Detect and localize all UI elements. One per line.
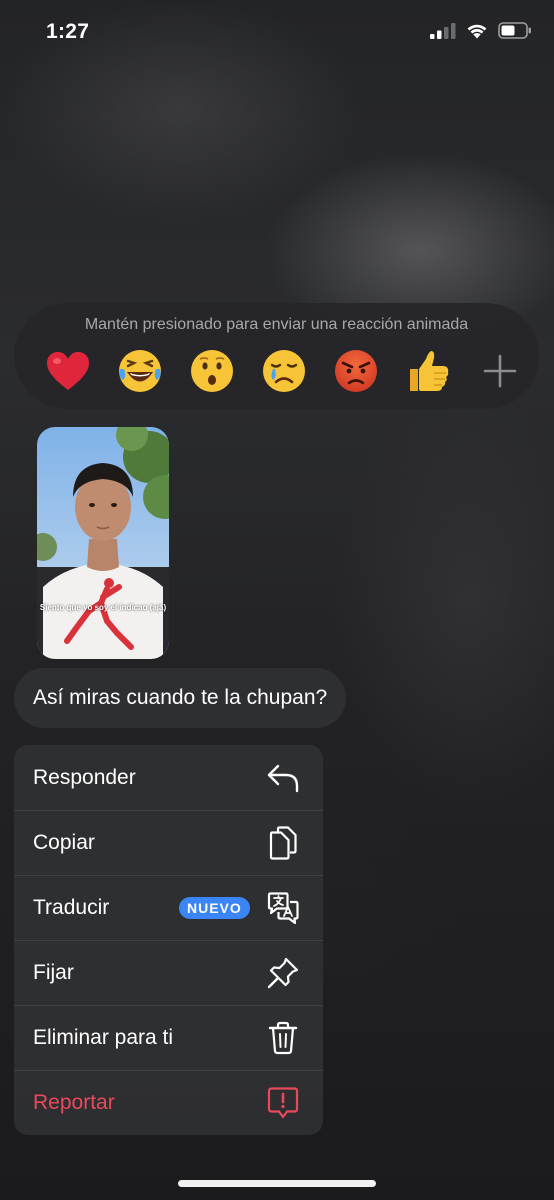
menu-item-label: Eliminar para ti [33,1026,174,1049]
crying-face-icon [263,350,305,392]
reaction-bar: Mantén presionado para enviar una reacci… [14,303,539,409]
menu-item-delete[interactable]: Eliminar para ti [14,1005,323,1070]
reaction-heart[interactable] [44,347,92,395]
status-icons [430,22,532,39]
trash-icon [265,1020,301,1056]
reaction-row [44,341,524,401]
message-bubble[interactable]: Así miras cuando te la chupan? [14,668,347,728]
angry-face-icon [335,350,377,392]
thumbs-up-icon [410,351,449,391]
screen: 1:27 Mantén presionado para enviar una r… [0,0,554,1200]
reaction-thumbs-up[interactable] [404,347,452,395]
home-indicator[interactable] [178,1180,376,1187]
plus-icon [483,354,517,388]
menu-item-label: Traducir [33,896,110,919]
copy-icon [265,825,301,861]
menu-item-label: Copiar [33,831,95,854]
status-bar: 1:27 [0,0,554,66]
menu-item-report[interactable]: Reportar [14,1070,323,1135]
battery-icon [498,22,531,39]
report-icon [265,1085,301,1121]
reaction-laughing[interactable] [116,347,164,395]
menu-item-label: Fijar [33,961,74,984]
menu-item-pin[interactable]: Fijar [14,940,323,1005]
photo-content [37,427,169,659]
status-time: 1:27 [46,20,90,43]
menu-item-reply[interactable]: Responder [14,745,323,810]
reaction-angry[interactable] [332,347,380,395]
surprised-face-icon [191,350,233,392]
image-caption: Siento que yo soy el indicao (ajá) [39,603,167,612]
wifi-icon [467,24,487,39]
more-reactions-button[interactable] [476,347,524,395]
reaction-hint: Mantén presionado para enviar una reacci… [84,316,469,333]
cellular-signal-icon [430,22,456,39]
message-context-menu: Responder Copiar Traducir NUEVO Fijar El… [14,745,323,1135]
reply-icon [265,760,301,796]
pin-icon [265,955,301,991]
reaction-crying[interactable] [260,347,308,395]
laughing-face-icon [119,350,161,392]
menu-item-label: Reportar [33,1091,115,1114]
reaction-surprised[interactable] [188,347,236,395]
translate-icon [265,890,301,926]
menu-item-label: Responder [33,765,136,789]
menu-item-translate[interactable]: Traducir NUEVO [14,875,323,940]
new-badge: NUEVO [179,897,250,919]
menu-item-copy[interactable]: Copiar [14,810,323,875]
heart-icon [47,352,89,390]
message-image[interactable]: Siento que yo soy el indicao (ajá) [37,427,169,659]
